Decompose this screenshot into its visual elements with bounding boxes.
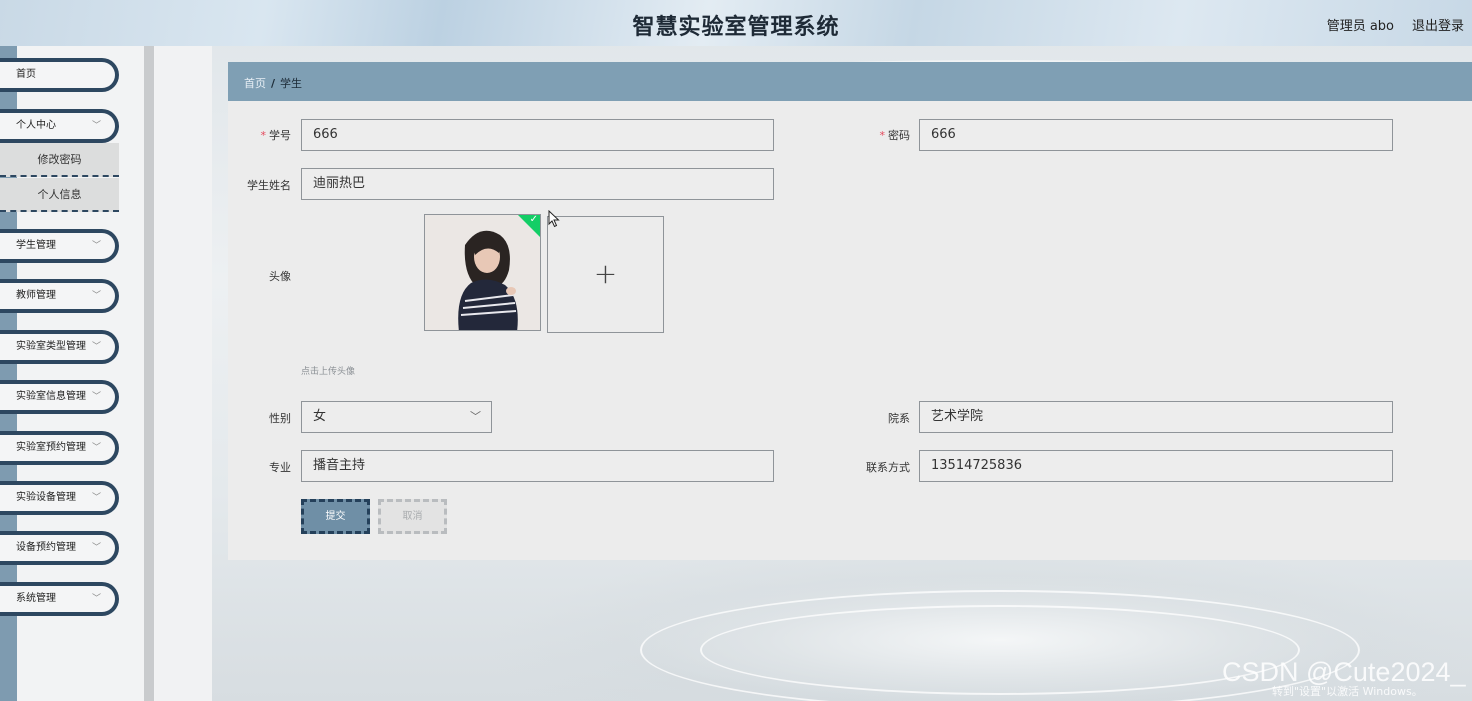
content-gutter (155, 46, 212, 701)
chevron-down-icon: ﹀ (91, 594, 101, 604)
avatar-label: 头像 (269, 270, 291, 283)
student-name-label: 学生姓名 (247, 179, 291, 192)
sidebar-item-lab-type-management[interactable]: 实验室类型管理 ﹀ (0, 330, 119, 364)
submenu-item-change-password[interactable]: 修改密码 (0, 143, 119, 177)
top-bar: 智慧实验室管理系统 管理员 abo 退出登录 (0, 0, 1472, 46)
student-id-input[interactable]: 666 (301, 119, 774, 151)
plus-icon: + (593, 257, 618, 290)
sidebar-item-personal-center[interactable]: 个人中心 ﹀ (0, 109, 119, 143)
chevron-down-icon: ﹀ (91, 241, 101, 251)
gender-select[interactable]: 女 ﹀ (301, 401, 492, 433)
sidebar-item-lab-info-management[interactable]: 实验室信息管理 ﹀ (0, 380, 119, 414)
breadcrumb-separator: / (271, 77, 276, 90)
sidebar-item-label: 实验室预约管理 (16, 442, 86, 453)
sidebar-item-lab-booking-management[interactable]: 实验室预约管理 ﹀ (0, 431, 119, 465)
sidebar-item-system-management[interactable]: 系统管理 ﹀ (0, 582, 119, 616)
breadcrumb-bar: 首页 / 学生 (228, 62, 1472, 101)
password-label: * 密码 (879, 129, 911, 142)
windows-activation-watermark: 转到"设置"以激活 Windows。 (1272, 685, 1423, 698)
sidebar-item-equipment-management[interactable]: 实验设备管理 ﹀ (0, 481, 119, 515)
sidebar-item-equipment-booking-management[interactable]: 设备预约管理 ﹀ (0, 531, 119, 565)
sidebar-item-home[interactable]: 首页 (0, 58, 119, 92)
breadcrumb-home[interactable]: 首页 (244, 77, 266, 90)
current-user: 管理员 abo (1326, 19, 1394, 34)
logout-link[interactable]: 退出登录 (1412, 15, 1464, 34)
sidebar-item-label: 实验室类型管理 (16, 341, 86, 352)
gender-label: 性别 (269, 412, 291, 425)
chevron-down-icon: ﹀ (91, 543, 101, 553)
avatar-upload-button[interactable]: + (547, 216, 664, 333)
sidebar-item-label: 实验设备管理 (16, 492, 76, 503)
major-input[interactable]: 播音主持 (301, 450, 774, 482)
mouse-cursor-icon (548, 210, 560, 228)
sidebar-scrollbar[interactable] (144, 46, 154, 701)
chevron-down-icon: ﹀ (91, 493, 101, 503)
avatar-upload-tip: 点击上传头像 (301, 367, 356, 377)
sidebar-item-student-management[interactable]: 学生管理 ﹀ (0, 229, 119, 263)
sidebar-item-label: 实验室信息管理 (16, 391, 86, 402)
sidebar-item-label: 设备预约管理 (16, 542, 76, 553)
department-input[interactable]: 艺术学院 (919, 401, 1393, 433)
chevron-down-icon: ﹀ (91, 392, 101, 402)
submit-button[interactable]: 提交 (301, 499, 370, 534)
department-label: 院系 (888, 412, 910, 425)
sidebar-item-label: 教师管理 (16, 290, 56, 301)
sidebar-item-label: 个人中心 (16, 120, 56, 131)
breadcrumb: 首页 / 学生 (244, 75, 302, 91)
major-label: 专业 (269, 461, 291, 474)
check-icon: ✓ (529, 214, 538, 225)
chevron-down-icon: ﹀ (91, 443, 101, 453)
required-mark: * (260, 129, 267, 142)
background-ring (700, 605, 1300, 695)
student-name-input[interactable]: 迪丽热巴 (301, 168, 774, 200)
chevron-down-icon: ﹀ (91, 291, 101, 301)
avatar-image[interactable]: ✓ (424, 214, 541, 331)
sidebar-item-label: 首页 (16, 69, 36, 80)
cancel-button[interactable]: 取消 (378, 499, 447, 534)
sidebar-item-label: 系统管理 (16, 593, 56, 604)
phone-label: 联系方式 (866, 461, 910, 474)
password-input[interactable]: 666 (919, 119, 1393, 151)
phone-input[interactable]: 13514725836 (919, 450, 1393, 482)
breadcrumb-current: 学生 (280, 77, 303, 90)
student-id-label: * 学号 (260, 129, 292, 142)
app-title: 智慧实验室管理系统 (632, 15, 840, 40)
submenu-item-personal-info[interactable]: 个人信息 (0, 178, 119, 212)
sidebar-item-label: 学生管理 (16, 240, 56, 251)
sidebar-item-teacher-management[interactable]: 教师管理 ﹀ (0, 279, 119, 313)
chevron-down-icon: ﹀ (91, 121, 101, 131)
chevron-down-icon: ﹀ (470, 410, 481, 423)
chevron-down-icon: ﹀ (91, 342, 101, 352)
gender-select-value: 女 (313, 409, 327, 424)
required-mark: * (879, 129, 886, 142)
